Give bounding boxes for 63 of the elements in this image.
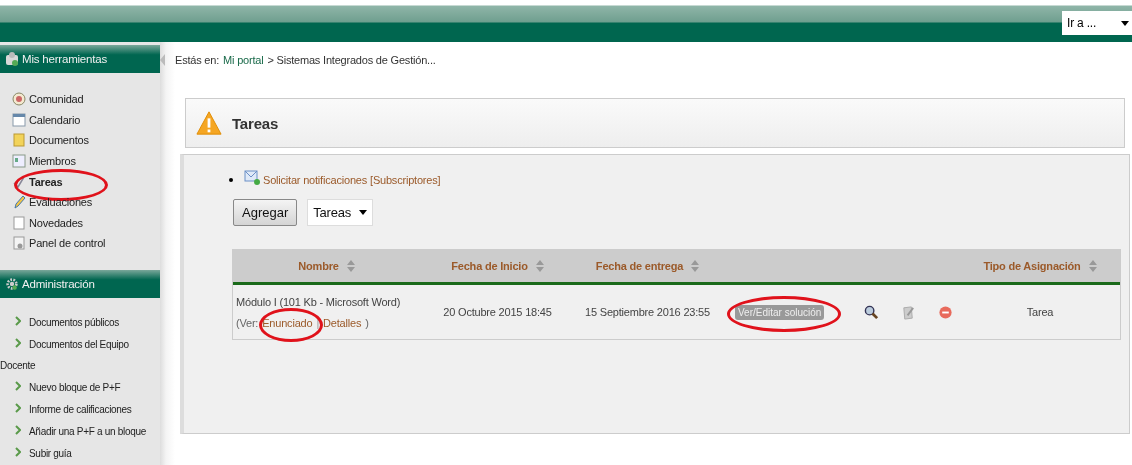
breadcrumb-link[interactable]: Mi portal bbox=[223, 54, 264, 70]
warning-icon bbox=[196, 110, 222, 136]
search-icon[interactable] bbox=[864, 304, 880, 320]
sidebar-item[interactable]: Miembros bbox=[29, 155, 76, 168]
sidebar-item[interactable]: Tareas bbox=[29, 175, 63, 188]
add-button[interactable]: Agregar bbox=[233, 199, 298, 226]
chevron-icon bbox=[15, 402, 21, 413]
sidebar-item[interactable]: Subir guía bbox=[0, 442, 72, 465]
sidebar-item[interactable]: Nuevo bloque de P+F bbox=[0, 377, 121, 399]
bullet-icon bbox=[229, 178, 233, 182]
sidebar-item[interactable]: Evaluaciones bbox=[29, 196, 93, 209]
subscribers-link[interactable]: [Subscriptores] bbox=[370, 174, 441, 186]
notifications-link[interactable]: Solicitar notificaciones bbox=[263, 174, 368, 186]
table-cell: 15 Septiembre 2016 23:55 bbox=[585, 306, 710, 318]
sidebar-item[interactable]: Calendario bbox=[29, 113, 81, 126]
sidebar-item[interactable]: Novedades bbox=[29, 216, 83, 229]
sort-icon[interactable] bbox=[346, 260, 355, 272]
caret-icon bbox=[1121, 20, 1129, 26]
breadcrumb-text: > Sistemas Integrados de Gestión... bbox=[267, 54, 436, 68]
panel-title: Tareas bbox=[232, 114, 279, 132]
sidebar-item[interactable]: Documentos bbox=[29, 134, 89, 147]
sidebar-item[interactable]: Documentos del Equipo Docente bbox=[0, 333, 156, 378]
pencil-icon bbox=[12, 195, 26, 210]
delete-icon[interactable] bbox=[938, 304, 954, 320]
table-cell: Tarea bbox=[1026, 306, 1054, 318]
breadcrumb-label: Estás en: bbox=[175, 54, 220, 68]
sidebar-item[interactable]: Informe de calificaciones bbox=[0, 398, 132, 421]
chevron-icon bbox=[15, 446, 21, 457]
annotation-ellipse bbox=[259, 307, 324, 342]
type-select[interactable]: Tareas bbox=[307, 199, 374, 226]
sort-icon[interactable] bbox=[1088, 260, 1097, 272]
row-link[interactable]: Detalles bbox=[323, 316, 362, 329]
caret-icon bbox=[359, 210, 368, 215]
sort-icon[interactable] bbox=[691, 260, 700, 272]
folder-icon bbox=[12, 133, 26, 148]
row-link[interactable]: Enunciado bbox=[262, 316, 313, 329]
sort-icon[interactable] bbox=[535, 260, 544, 272]
sidebar-item[interactable]: Documentos públicos bbox=[0, 311, 119, 334]
links-label: ) bbox=[365, 316, 369, 329]
chevron-icon bbox=[15, 337, 21, 348]
section-title: Administración bbox=[22, 277, 95, 290]
envelope-icon bbox=[244, 169, 260, 185]
chevron-icon bbox=[15, 315, 21, 326]
sidebar-item[interactable]: Panel de control bbox=[29, 237, 106, 250]
toolbox-icon bbox=[5, 51, 19, 67]
globe-icon bbox=[12, 92, 26, 107]
page-icon bbox=[12, 215, 26, 230]
chevron-icon bbox=[15, 381, 21, 392]
chevron-icon bbox=[15, 424, 21, 435]
section-title: Mis herramientas bbox=[22, 53, 107, 65]
gear-page-icon bbox=[12, 236, 26, 251]
calendar-icon bbox=[12, 112, 26, 127]
table-cell: 20 Octubre 2015 18:45 bbox=[443, 306, 552, 318]
goto-select[interactable]: Ir a ... bbox=[1062, 11, 1132, 35]
file-name: Módulo I (101 Kb - Microsoft Word) bbox=[236, 295, 401, 308]
sidebar-item[interactable]: Comunidad bbox=[29, 93, 84, 106]
links-label: (Ver: bbox=[236, 316, 259, 329]
link-separator: | bbox=[316, 316, 320, 329]
edit-icon[interactable] bbox=[901, 304, 917, 320]
card-icon bbox=[12, 154, 26, 169]
sidebar-item[interactable]: Añadir una P+F a un bloque bbox=[0, 420, 146, 443]
gear-icon bbox=[5, 275, 19, 292]
collapse-handle[interactable] bbox=[160, 54, 165, 66]
